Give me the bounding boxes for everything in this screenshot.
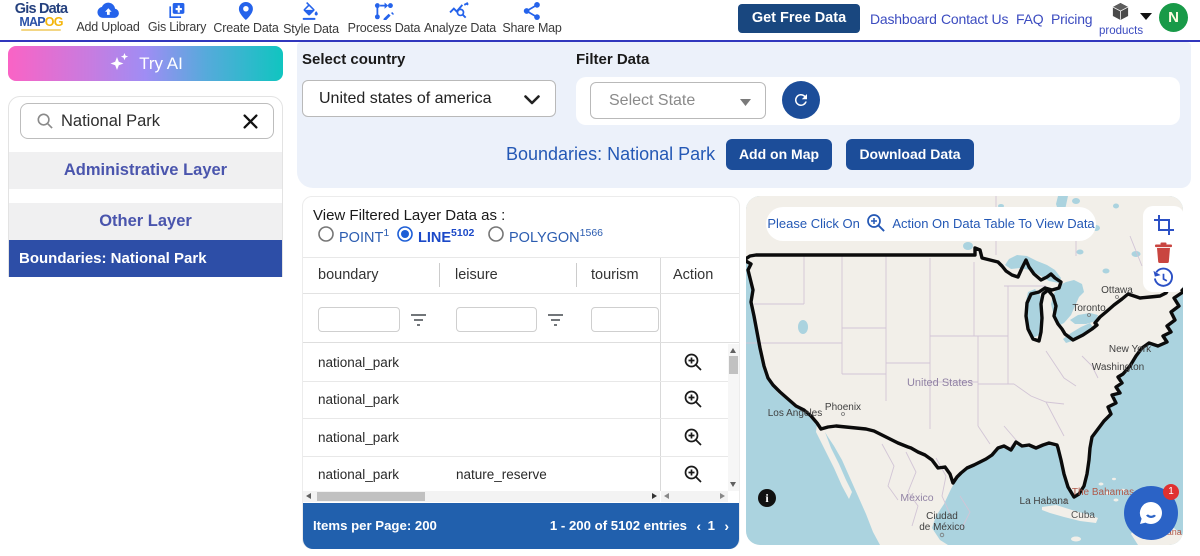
svg-text:de México: de México <box>919 522 965 533</box>
svg-text:New York: New York <box>1109 344 1152 355</box>
svg-text:United States: United States <box>907 377 974 389</box>
svg-text:Ciudad: Ciudad <box>926 511 958 522</box>
svg-text:Los Angeles: Los Angeles <box>768 408 823 419</box>
svg-text:The Bahamas: The Bahamas <box>1072 487 1134 498</box>
svg-text:México: México <box>900 492 933 504</box>
svg-text:Phoenix: Phoenix <box>825 402 861 413</box>
svg-text:Ottawa: Ottawa <box>1101 285 1133 296</box>
svg-text:Washington: Washington <box>1092 362 1144 373</box>
svg-text:Toronto: Toronto <box>1072 303 1106 314</box>
svg-text:La Habana: La Habana <box>1020 496 1069 507</box>
svg-text:Cuba: Cuba <box>1071 510 1095 521</box>
